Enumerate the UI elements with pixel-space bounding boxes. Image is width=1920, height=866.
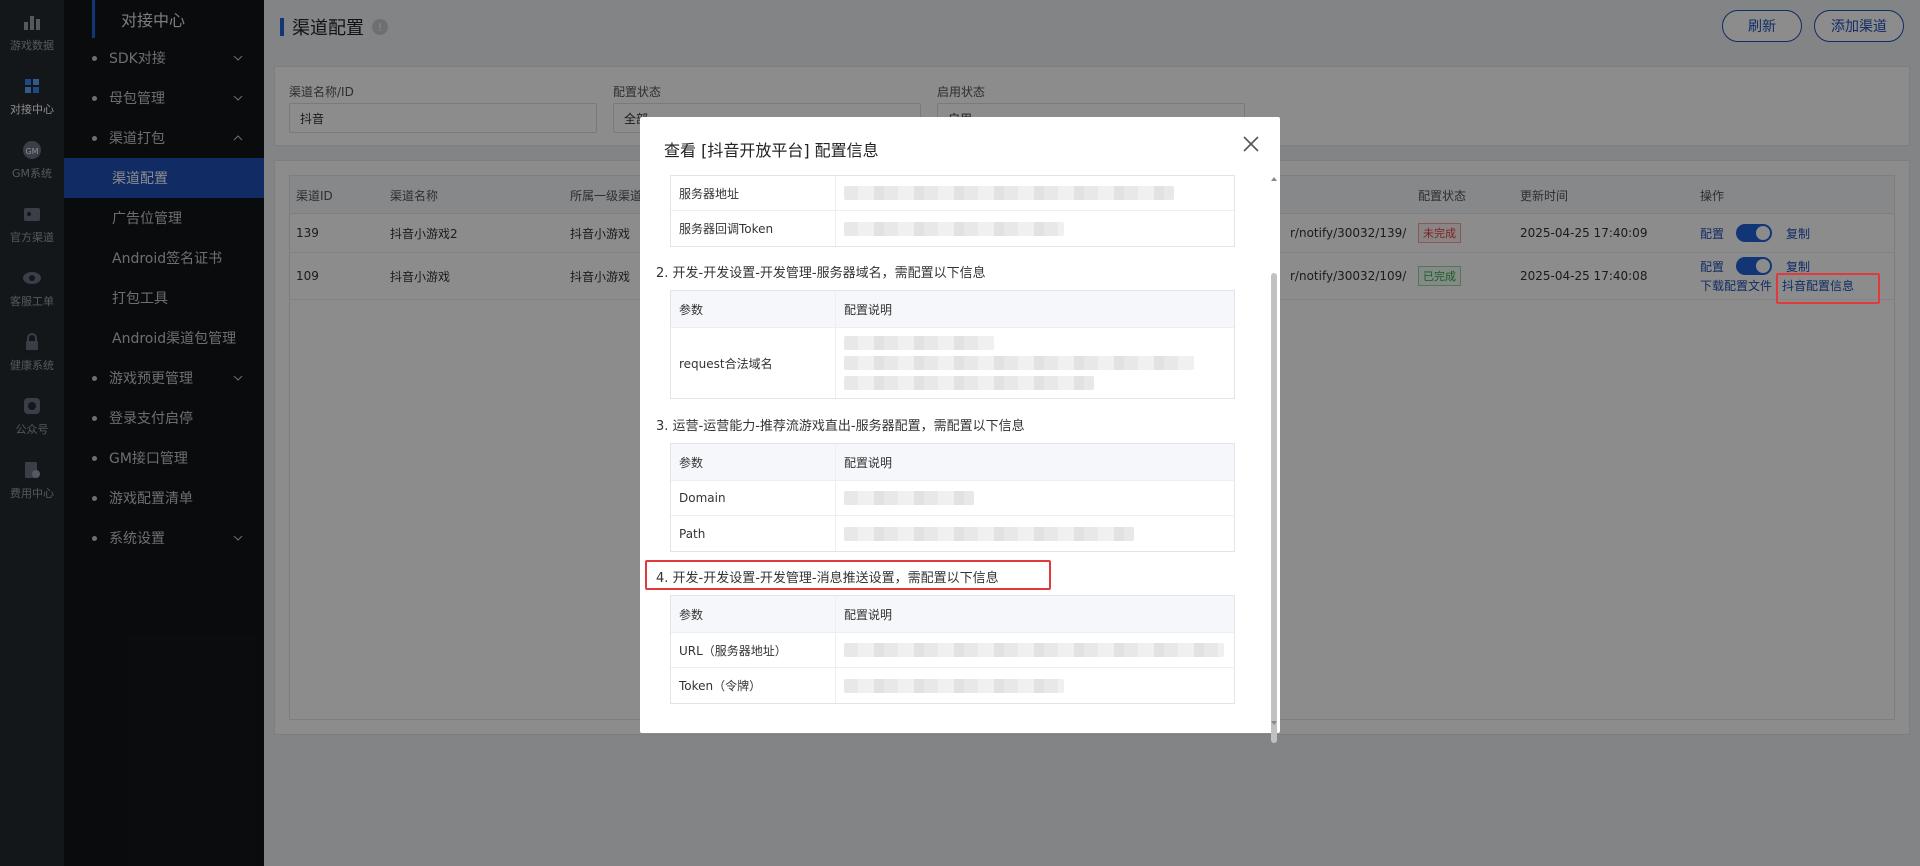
param-header: 参数 配置说明 bbox=[671, 291, 1234, 328]
param-col-header: 参数 bbox=[671, 444, 836, 480]
param-row: 服务器回调Token bbox=[671, 211, 1234, 246]
param-col-header: 参数 bbox=[671, 596, 836, 632]
redacted-value bbox=[844, 678, 1064, 693]
modal-title: 查看 [抖音开放平台] 配置信息 bbox=[664, 141, 879, 160]
param-name: request合法域名 bbox=[671, 328, 836, 398]
param-col-header: 参数 bbox=[671, 291, 836, 327]
modal-body: 服务器地址 服务器回调Token 2. 开发-开发设置-开发管理-服务器域名，需… bbox=[656, 175, 1256, 723]
param-value bbox=[836, 481, 1234, 515]
param-name: Token（令牌） bbox=[671, 668, 836, 703]
close-icon[interactable] bbox=[1240, 133, 1262, 155]
param-name: 服务器回调Token bbox=[671, 211, 836, 246]
server-params-table: 服务器地址 服务器回调Token bbox=[670, 175, 1235, 247]
scroll-up-icon[interactable] bbox=[1270, 175, 1278, 183]
section-3-title: 3. 运营-运营能力-推荐流游戏直出-服务器配置，需配置以下信息 bbox=[656, 419, 1025, 434]
param-value bbox=[836, 328, 1234, 398]
section-4-table: 参数 配置说明 URL（服务器地址） Token（令牌） bbox=[670, 595, 1235, 704]
redacted-value bbox=[844, 186, 1174, 200]
section-2-table: 参数 配置说明 request合法域名 bbox=[670, 290, 1235, 399]
param-header: 参数 配置说明 bbox=[671, 596, 1234, 633]
redacted-value bbox=[844, 356, 1194, 370]
param-value bbox=[836, 176, 1234, 210]
scroll-down-icon[interactable] bbox=[1270, 719, 1278, 727]
section-3-table: 参数 配置说明 Domain Path bbox=[670, 443, 1235, 552]
param-value bbox=[836, 668, 1234, 703]
param-row: Token（令牌） bbox=[671, 668, 1234, 703]
highlight-douyin-config-link bbox=[1776, 273, 1880, 304]
redacted-value bbox=[844, 221, 1064, 236]
param-value bbox=[836, 211, 1234, 246]
param-value bbox=[836, 516, 1234, 551]
scroll-thumb[interactable] bbox=[1271, 273, 1277, 743]
desc-col-header: 配置说明 bbox=[844, 302, 893, 317]
param-name: URL（服务器地址） bbox=[671, 633, 836, 667]
param-name: 服务器地址 bbox=[671, 176, 836, 210]
desc-col-header: 配置说明 bbox=[844, 455, 893, 470]
param-header: 参数 配置说明 bbox=[671, 444, 1234, 481]
redacted-value bbox=[844, 336, 994, 350]
param-row: request合法域名 bbox=[671, 328, 1234, 398]
param-row: Path bbox=[671, 516, 1234, 551]
desc-col-header: 配置说明 bbox=[844, 607, 893, 622]
param-row: 服务器地址 bbox=[671, 176, 1234, 211]
param-row: Domain bbox=[671, 481, 1234, 516]
redacted-value bbox=[844, 376, 1094, 390]
param-name: Path bbox=[671, 516, 836, 551]
param-name: Domain bbox=[671, 481, 836, 515]
section-2-title: 2. 开发-开发设置-开发管理-服务器域名，需配置以下信息 bbox=[656, 266, 986, 281]
redacted-value bbox=[844, 643, 1224, 657]
highlight-section-4 bbox=[645, 560, 1051, 590]
redacted-value bbox=[844, 491, 974, 505]
param-value bbox=[836, 633, 1234, 667]
modal-scrollbar[interactable] bbox=[1270, 175, 1278, 743]
redacted-value bbox=[844, 526, 1134, 541]
config-info-modal: 查看 [抖音开放平台] 配置信息 服务器地址 服务器回调Token 2. 开发-… bbox=[640, 117, 1280, 743]
param-row: URL（服务器地址） bbox=[671, 633, 1234, 668]
